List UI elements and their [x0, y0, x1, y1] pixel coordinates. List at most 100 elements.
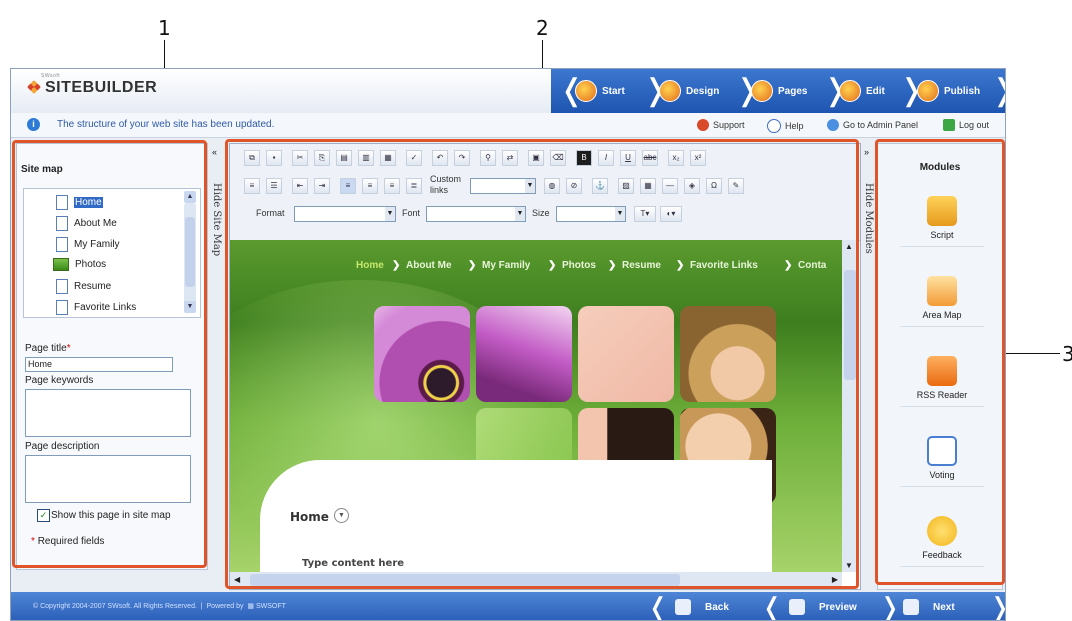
module-voting[interactable]: Voting [900, 436, 984, 487]
site-nav-my-family[interactable]: My Family [482, 260, 530, 271]
special-char-icon[interactable]: Ω [706, 178, 722, 194]
site-nav-contact[interactable]: Conta [798, 260, 826, 271]
module-rss-reader[interactable]: RSS Reader [900, 356, 984, 407]
wizard-step-design[interactable]: Design [659, 77, 719, 105]
heading-options-chevron-icon[interactable]: ▼ [334, 508, 349, 523]
size-select[interactable]: ▼ [556, 206, 626, 222]
background-color-icon[interactable]: ◐▾ [660, 206, 682, 222]
hide-site-map-strip[interactable]: « Hide Site Map [209, 143, 225, 568]
tree-item-my-family[interactable]: My Family [56, 237, 120, 252]
help-link[interactable]: Help [767, 119, 804, 133]
callout-1: 1 [158, 16, 171, 40]
tree-scroll-up-button[interactable]: ▲ [184, 191, 196, 203]
select-all-icon[interactable]: ▣ [528, 150, 544, 166]
admin-panel-link[interactable]: Go to Admin Panel [827, 119, 918, 131]
strikethrough-icon[interactable]: abc [642, 150, 658, 166]
preview-label: Preview [819, 601, 857, 613]
wizard-step-pages[interactable]: Pages [751, 77, 807, 105]
format-select[interactable]: ▼ [294, 206, 396, 222]
save-icon[interactable]: ▪ [266, 150, 282, 166]
scroll-left-icon[interactable]: ◀ [234, 575, 240, 584]
numbered-list-icon[interactable]: ≡ [244, 178, 260, 194]
editor-horizontal-scrollbar[interactable]: ◀ ▶ [230, 572, 842, 588]
copy-icon[interactable]: ⎘ [314, 150, 330, 166]
tree-item-favorite-links[interactable]: Favorite Links [56, 300, 136, 315]
table-icon[interactable]: ▦ [640, 178, 656, 194]
site-nav-home[interactable]: Home [356, 260, 384, 271]
horizontal-rule-icon[interactable]: — [662, 178, 678, 194]
paste-word-icon[interactable]: ▦ [380, 150, 396, 166]
text-color-icon[interactable]: T▾ [634, 206, 656, 222]
eraser-icon[interactable]: ⌫ [550, 150, 566, 166]
align-left-icon[interactable]: ≡ [340, 178, 356, 194]
anchor-icon[interactable]: ⚓ [592, 178, 608, 194]
tree-item-photos[interactable]: Photos [53, 258, 106, 271]
font-select[interactable]: ▼ [426, 206, 526, 222]
copy-format-icon[interactable]: ⧉ [244, 150, 260, 166]
subscript-icon[interactable]: x₂ [668, 150, 684, 166]
page-keywords-textarea[interactable] [25, 389, 191, 437]
wizard-step-publish[interactable]: Publish [917, 77, 980, 105]
align-center-icon[interactable]: ≡ [362, 178, 378, 194]
footer-chevron-icon: ❬ [647, 592, 669, 621]
bullet-list-icon[interactable]: ☰ [266, 178, 282, 194]
scroll-down-icon[interactable]: ▼ [845, 561, 853, 570]
image-icon[interactable]: ▨ [618, 178, 634, 194]
editor-vertical-scrollbar[interactable]: ▲ ▼ [842, 240, 858, 572]
undo-icon[interactable]: ↶ [432, 150, 448, 166]
site-nav-resume[interactable]: Resume [622, 260, 661, 271]
align-right-icon[interactable]: ≡ [384, 178, 400, 194]
site-map-tree: Home About Me My Family Photos Resume Fa… [23, 188, 201, 318]
scroll-up-icon[interactable]: ▲ [845, 242, 853, 251]
italic-icon[interactable]: I [598, 150, 614, 166]
callout-3: 3 [1062, 342, 1072, 366]
site-nav-favorite-links[interactable]: Favorite Links [690, 260, 758, 271]
support-link[interactable]: Support [697, 119, 745, 131]
site-nav-about-me[interactable]: About Me [406, 260, 452, 271]
module-feedback[interactable]: Feedback [900, 516, 984, 567]
module-area-map[interactable]: Area Map [900, 276, 984, 327]
paste-text-icon[interactable]: ▥ [358, 150, 374, 166]
tree-item-home[interactable]: Home [56, 195, 103, 210]
module-script[interactable]: Script [900, 196, 984, 247]
wizard-step-edit[interactable]: Edit [839, 77, 885, 105]
logout-link[interactable]: Log out [943, 119, 989, 131]
replace-icon[interactable]: ⇄ [502, 150, 518, 166]
scroll-right-icon[interactable]: ▶ [832, 575, 838, 584]
content-placeholder[interactable]: Type content here [302, 558, 404, 569]
find-icon[interactable]: ⚲ [480, 150, 496, 166]
justify-icon[interactable]: ≣ [406, 178, 422, 194]
tree-scrollbar-thumb[interactable] [185, 217, 195, 287]
spellcheck-icon[interactable]: ✓ [406, 150, 422, 166]
site-nav-photos[interactable]: Photos [562, 260, 596, 271]
flash-icon[interactable]: ◈ [684, 178, 700, 194]
tree-scroll-down-button[interactable]: ▼ [184, 301, 196, 313]
tree-scrollbar[interactable] [184, 203, 196, 309]
wizard-step-start[interactable]: Start [575, 77, 625, 105]
preview-button[interactable]: Preview [789, 596, 857, 618]
back-button[interactable]: Back [675, 596, 729, 618]
editor-horizontal-thumb[interactable] [250, 574, 680, 586]
tree-item-about-me[interactable]: About Me [56, 216, 117, 231]
cut-icon[interactable]: ✂ [292, 150, 308, 166]
paste-icon[interactable]: ▤ [336, 150, 352, 166]
indent-icon[interactable]: ⇥ [314, 178, 330, 194]
tree-item-resume[interactable]: Resume [56, 279, 111, 294]
edit-html-icon[interactable]: ✎ [728, 178, 744, 194]
next-button[interactable]: Next [903, 596, 955, 618]
redo-icon[interactable]: ↷ [454, 150, 470, 166]
underline-icon[interactable]: U [620, 150, 636, 166]
hide-modules-strip[interactable]: » Hide Modules [861, 143, 877, 568]
show-in-sitemap-checkbox[interactable]: ✓ [37, 509, 50, 522]
editor-vertical-thumb[interactable] [844, 270, 856, 380]
globe-link-icon[interactable]: ◍ [544, 178, 560, 194]
custom-links-select[interactable]: ▼ [470, 178, 536, 194]
module-label: Script [930, 230, 954, 240]
page-title-input[interactable]: Home [25, 357, 173, 372]
page-description-textarea[interactable] [25, 455, 191, 503]
superscript-icon[interactable]: x² [690, 150, 706, 166]
bold-icon[interactable]: B [576, 150, 592, 166]
outdent-icon[interactable]: ⇤ [292, 178, 308, 194]
editor-canvas[interactable]: Home ❯ About Me ❯ My Family ❯ Photos ❯ R… [230, 240, 842, 572]
unlink-icon[interactable]: ⊘ [566, 178, 582, 194]
